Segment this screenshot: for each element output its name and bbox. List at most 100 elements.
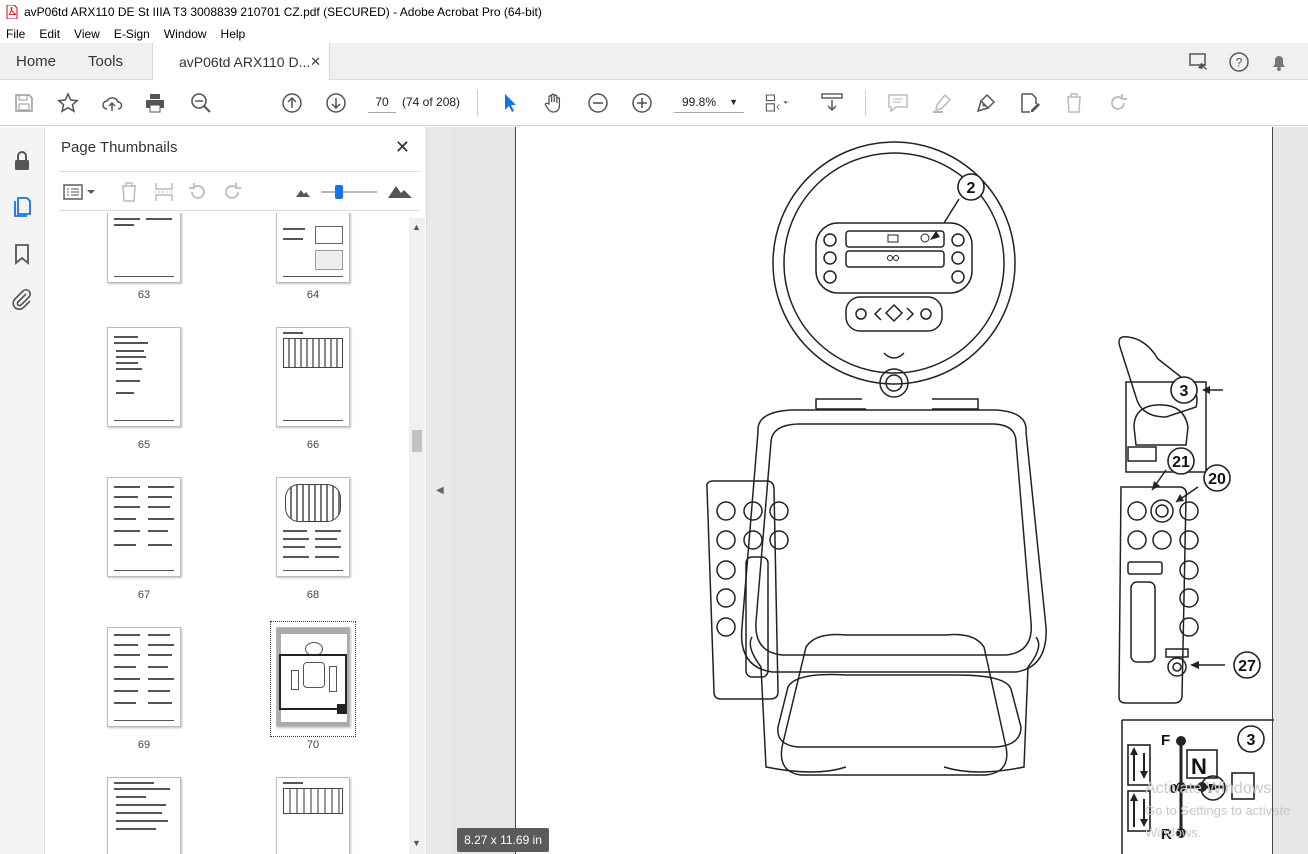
comment-icon[interactable]	[886, 91, 910, 115]
menu-window[interactable]: Window	[164, 27, 207, 41]
thumbnail-size-slider[interactable]	[321, 185, 377, 199]
window-title: avP06td ARX110 DE St IIIA T3 3008839 210…	[24, 5, 542, 19]
page-size-badge: 8.27 x 11.69 in	[457, 828, 549, 852]
scroll-down-icon[interactable]: ▼	[412, 838, 421, 848]
thumbnail-page-72[interactable]	[276, 777, 350, 854]
zoom-out-icon[interactable]	[586, 91, 610, 115]
toolbar-divider	[477, 90, 478, 116]
thumbnail-page-69[interactable]	[107, 627, 181, 727]
scroll-up-icon[interactable]: ▲	[412, 222, 421, 232]
bookmark-star-icon[interactable]	[56, 91, 80, 115]
thumbnail-label: 67	[137, 589, 151, 601]
thumbnail-page-66[interactable]	[276, 327, 350, 427]
page-fit-icon[interactable]	[764, 91, 788, 115]
menu-edit[interactable]: Edit	[39, 27, 60, 41]
notifications-bell-icon[interactable]	[1268, 51, 1290, 73]
edit-pdf-icon[interactable]	[1018, 91, 1042, 115]
inset-number: 3	[1247, 732, 1256, 749]
title-bar: avP06td ARX110 DE St IIIA T3 3008839 210…	[0, 0, 1308, 24]
zoom-level-value: 99.8%	[682, 95, 717, 109]
collapse-panel-icon[interactable]: ◀	[436, 485, 444, 496]
shift-forward-label: F	[1161, 732, 1170, 749]
thumbnail-list: 63 64 65 66 67 68 69 70	[59, 213, 409, 854]
thumbnail-label: 69	[137, 739, 151, 751]
zoom-search-icon[interactable]	[189, 91, 213, 115]
page-thumbnails-icon[interactable]	[10, 195, 34, 219]
hand-tool-icon[interactable]	[542, 91, 566, 115]
thumbnail-label: 63	[137, 289, 151, 301]
slider-handle[interactable]	[335, 185, 343, 199]
thumbnail-page-65[interactable]	[107, 327, 181, 427]
upload-cloud-icon[interactable]	[100, 91, 124, 115]
attachments-paperclip-icon[interactable]	[10, 287, 34, 311]
cab-controls-drawing: 2 3 21 20 27 3 F 0 R N P	[706, 141, 1274, 854]
close-panel-icon[interactable]: ✕	[395, 137, 410, 158]
close-tab-icon[interactable]: ✕	[310, 54, 321, 70]
select-cursor-icon[interactable]	[498, 91, 522, 115]
thumbnail-label: 65	[137, 439, 151, 451]
menu-file[interactable]: File	[6, 27, 25, 41]
thumbnail-page-71[interactable]	[107, 777, 181, 854]
thumbnail-page-68[interactable]	[276, 477, 350, 577]
thumbnail-page-70[interactable]	[276, 627, 350, 727]
tab-bar: Home Tools avP06td ARX110 D... ✕ ?	[0, 43, 1308, 81]
page-thumbnails-panel: Page Thumbnails ✕ 63 64 65 66 67 68 69 7…	[45, 127, 427, 854]
sign-pen-icon[interactable]	[974, 91, 998, 115]
tab-home[interactable]: Home	[16, 43, 56, 80]
page-number-input[interactable]: 70	[368, 91, 396, 113]
callout-label: 20	[1208, 471, 1226, 488]
pdf-page: 2 3 21 20 27 3 F 0 R N P	[515, 127, 1274, 854]
next-page-icon[interactable]	[324, 91, 348, 115]
help-icon[interactable]: ?	[1228, 51, 1250, 73]
extract-page-icon[interactable]	[153, 181, 175, 203]
previous-page-icon[interactable]	[280, 91, 304, 115]
menu-view[interactable]: View	[74, 27, 100, 41]
page-count: (74 of 208)	[402, 95, 461, 109]
small-mountain-icon	[296, 190, 310, 197]
thumbnail-label: 64	[306, 289, 320, 301]
tab-document-label: avP06td ARX110 D...	[179, 54, 311, 70]
save-icon[interactable]	[12, 91, 36, 115]
tab-document[interactable]: avP06td ARX110 D... ✕	[152, 43, 330, 81]
tab-tools[interactable]: Tools	[88, 43, 123, 80]
activate-windows-watermark: Activate Windows Go to Settings to activ…	[1145, 778, 1308, 844]
callout-label: 27	[1238, 658, 1256, 675]
scrollbar-thumb[interactable]	[412, 430, 422, 452]
large-mountain-icon	[388, 186, 412, 198]
thumbnail-page-63[interactable]	[107, 213, 181, 283]
rotate-clockwise-icon[interactable]	[221, 181, 243, 203]
thumbnail-page-64[interactable]	[276, 213, 350, 283]
thumbnail-toolbar	[59, 171, 419, 211]
thumbnail-scrollbar[interactable]: ▲ ▼	[409, 218, 425, 854]
redo-rotate-icon[interactable]	[1106, 91, 1130, 115]
menu-help[interactable]: Help	[221, 27, 246, 41]
watermark-line2: Go to Settings to activate Windows.	[1145, 803, 1291, 840]
zoom-level-select[interactable]: 99.8% ▼	[674, 91, 744, 113]
tab-bar-actions: ?	[1188, 51, 1290, 73]
svg-text:?: ?	[1236, 56, 1243, 70]
bookmarks-icon[interactable]	[10, 242, 34, 266]
main-toolbar: 70 (74 of 208) 99.8% ▼	[0, 80, 1308, 126]
panel-splitter[interactable]: ◀	[427, 127, 451, 854]
callout-label: 21	[1172, 454, 1190, 471]
document-view[interactable]: 2 3 21 20 27 3 F 0 R N P	[451, 127, 1308, 854]
callout-label: 3	[1180, 383, 1189, 400]
chevron-down-icon: ▼	[729, 97, 738, 107]
delete-trash-icon[interactable]	[1062, 91, 1086, 115]
share-screen-icon[interactable]	[1188, 51, 1210, 73]
menu-esign[interactable]: E-Sign	[114, 27, 150, 41]
lock-icon[interactable]	[10, 149, 34, 173]
thumbnail-label: 66	[306, 439, 320, 451]
print-icon[interactable]	[143, 91, 167, 115]
neutral-n-label: N	[1191, 754, 1207, 779]
thumbnail-page-67[interactable]	[107, 477, 181, 577]
acrobat-app-icon	[6, 5, 18, 19]
rotate-counterclockwise-icon[interactable]	[187, 181, 209, 203]
thumbnail-label: 68	[306, 589, 320, 601]
scroll-mode-icon[interactable]	[820, 91, 844, 115]
thumbnail-options-icon[interactable]	[63, 182, 97, 202]
zoom-in-icon[interactable]	[630, 91, 654, 115]
callout-label: 2	[967, 180, 976, 197]
highlight-pen-icon[interactable]	[930, 91, 954, 115]
delete-page-icon[interactable]	[119, 181, 139, 203]
